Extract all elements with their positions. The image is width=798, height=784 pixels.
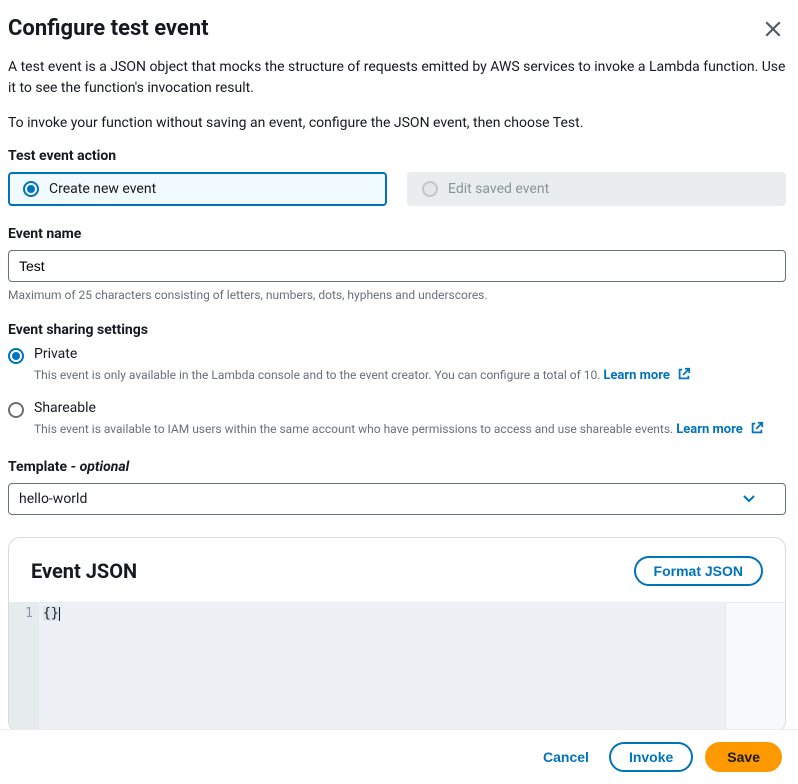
editor-gutter: 1: [9, 603, 39, 730]
radio-icon: [8, 348, 24, 364]
event-name-hint: Maximum of 25 characters consisting of l…: [8, 288, 786, 302]
learn-more-link[interactable]: Learn more: [676, 422, 764, 437]
modal-description-2: To invoke your function without saving a…: [8, 113, 786, 134]
sharing-private-label: Private: [34, 346, 77, 362]
learn-more-link[interactable]: Learn more: [603, 368, 691, 383]
invoke-button[interactable]: Invoke: [609, 742, 693, 772]
line-number: 1: [15, 606, 33, 621]
json-editor[interactable]: 1 {}: [9, 602, 785, 730]
edit-saved-event-option: Edit saved event: [407, 172, 786, 206]
test-event-action-group: Create new event Edit saved event: [8, 172, 786, 206]
cancel-button[interactable]: Cancel: [535, 743, 597, 771]
external-link-icon: [750, 421, 764, 435]
sharing-shareable-option[interactable]: Shareable: [8, 400, 786, 418]
configure-test-event-modal: Configure test event A test event is a J…: [0, 0, 798, 730]
event-json-panel: Event JSON Format JSON 1 {}: [8, 537, 786, 730]
sharing-shareable-label: Shareable: [34, 400, 96, 416]
create-new-event-label: Create new event: [49, 181, 156, 197]
sharing-private-option[interactable]: Private: [8, 346, 786, 364]
radio-icon: [23, 181, 39, 197]
test-event-action-label: Test event action: [8, 148, 786, 164]
template-label: Template - optional: [8, 459, 786, 475]
save-button[interactable]: Save: [705, 742, 782, 772]
template-select-wrap: hello-world: [8, 483, 786, 515]
event-sharing-label: Event sharing settings: [8, 322, 786, 338]
radio-icon: [8, 402, 24, 418]
json-code: {}: [43, 606, 59, 621]
modal-description-1: A test event is a JSON object that mocks…: [8, 57, 786, 99]
radio-icon: [422, 181, 438, 197]
template-selected-value: hello-world: [19, 491, 87, 507]
external-link-icon: [677, 367, 691, 381]
create-new-event-option[interactable]: Create new event: [8, 172, 387, 206]
event-sharing-group: Private This event is only available in …: [8, 346, 786, 439]
format-json-button[interactable]: Format JSON: [634, 556, 763, 586]
modal-header: Configure test event: [8, 16, 786, 51]
template-select[interactable]: hello-world: [8, 483, 786, 515]
editor-margin: [725, 603, 785, 730]
sharing-private-desc: This event is only available in the Lamb…: [34, 366, 786, 386]
close-icon[interactable]: [760, 16, 786, 46]
event-json-header: Event JSON Format JSON: [9, 556, 785, 602]
modal-footer: Cancel Invoke Save: [0, 729, 798, 784]
event-json-title: Event JSON: [31, 559, 137, 583]
modal-title: Configure test event: [8, 16, 209, 41]
sharing-shareable-desc: This event is available to IAM users wit…: [34, 420, 786, 440]
event-name-input[interactable]: [8, 250, 786, 282]
editor-code-area[interactable]: {}: [39, 603, 785, 730]
event-name-label: Event name: [8, 226, 786, 242]
edit-saved-event-label: Edit saved event: [448, 181, 549, 197]
chevron-down-icon: [743, 491, 755, 507]
